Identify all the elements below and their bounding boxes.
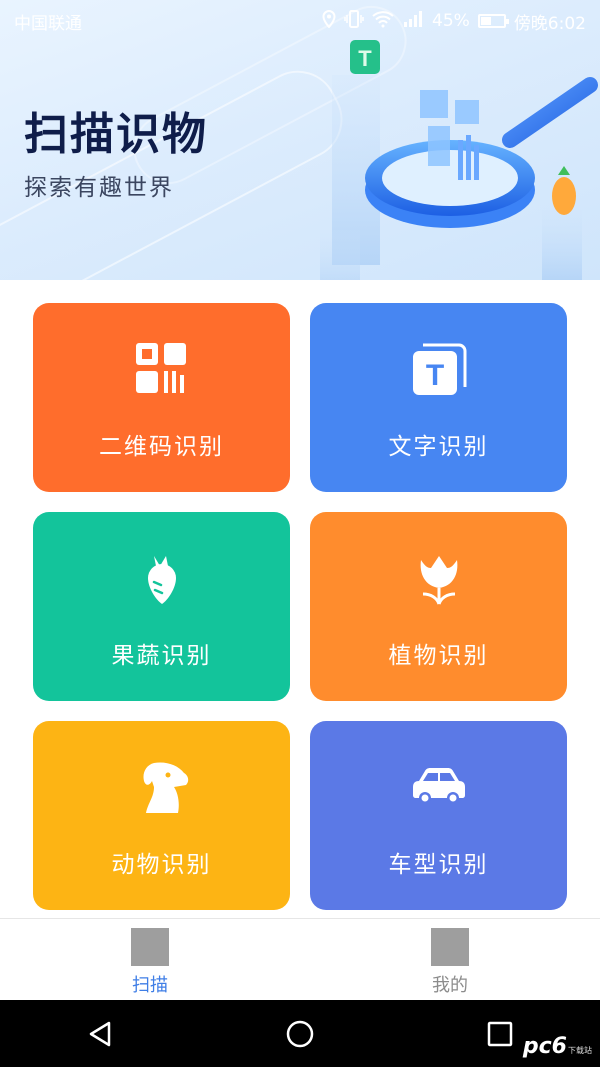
tab-label: 扫描 <box>132 975 168 996</box>
page-title: 扫描识物 <box>24 109 208 160</box>
magnifier-illustration: T <box>320 40 598 280</box>
back-button[interactable] <box>70 1004 130 1064</box>
dog-icon <box>132 757 192 817</box>
carrier-label: 中国联通 <box>14 13 82 34</box>
watermark-logo: pc6 下载站 <box>523 1034 592 1059</box>
battery-percent: 45% <box>432 11 470 31</box>
tile-label: 植物识别 <box>388 643 489 669</box>
profile-tab-icon <box>431 928 469 966</box>
car-icon <box>409 757 469 817</box>
tile-car[interactable]: 车型识别 <box>310 721 567 910</box>
feature-grid: 二维码识别 T 文字识别 果蔬识别 植物识别 动物识别 车型识别 <box>33 303 567 910</box>
home-icon <box>286 1020 314 1047</box>
tile-label: 动物识别 <box>111 852 212 878</box>
tile-label: 二维码识别 <box>99 434 224 460</box>
qr-code-icon <box>132 339 192 399</box>
tab-mine[interactable]: 我的 <box>300 919 600 1000</box>
battery-icon <box>477 14 509 28</box>
scan-tab-icon <box>131 928 169 966</box>
page-subtitle: 探索有趣世界 <box>24 175 174 201</box>
tile-text[interactable]: T 文字识别 <box>310 303 567 492</box>
tab-scan[interactable]: 扫描 <box>0 919 300 1000</box>
tile-label: 文字识别 <box>388 434 489 460</box>
bottom-tab-bar: 扫描 我的 <box>0 918 600 1000</box>
tile-label: 车型识别 <box>388 852 489 878</box>
text-t-badge: T <box>350 40 380 74</box>
watermark-sub: 下载站 <box>568 1046 592 1055</box>
text-recognition-icon: T <box>409 339 469 399</box>
tile-plant[interactable]: 植物识别 <box>310 512 567 701</box>
carrot-icon <box>132 548 192 608</box>
home-button[interactable] <box>270 1004 330 1064</box>
recents-icon <box>487 1021 513 1046</box>
watermark-main: pc6 <box>522 1034 567 1059</box>
header-banner: 中国联通 45% 傍晚6:02 扫描识物 探索有趣世界 T <box>0 0 600 280</box>
back-icon <box>89 1021 111 1046</box>
svg-text:T: T <box>358 46 372 71</box>
tile-label: 果蔬识别 <box>111 643 212 669</box>
carrot-badge <box>552 166 576 215</box>
tile-vegetable[interactable]: 果蔬识别 <box>33 512 290 701</box>
tile-animal[interactable]: 动物识别 <box>33 721 290 910</box>
tile-qr-code[interactable]: 二维码识别 <box>33 303 290 492</box>
tab-label: 我的 <box>432 975 468 996</box>
system-nav-bar: pc6 下载站 <box>0 1000 600 1067</box>
svg-text:T: T <box>425 359 443 392</box>
tulip-icon <box>409 548 469 608</box>
recents-button[interactable] <box>470 1004 530 1064</box>
